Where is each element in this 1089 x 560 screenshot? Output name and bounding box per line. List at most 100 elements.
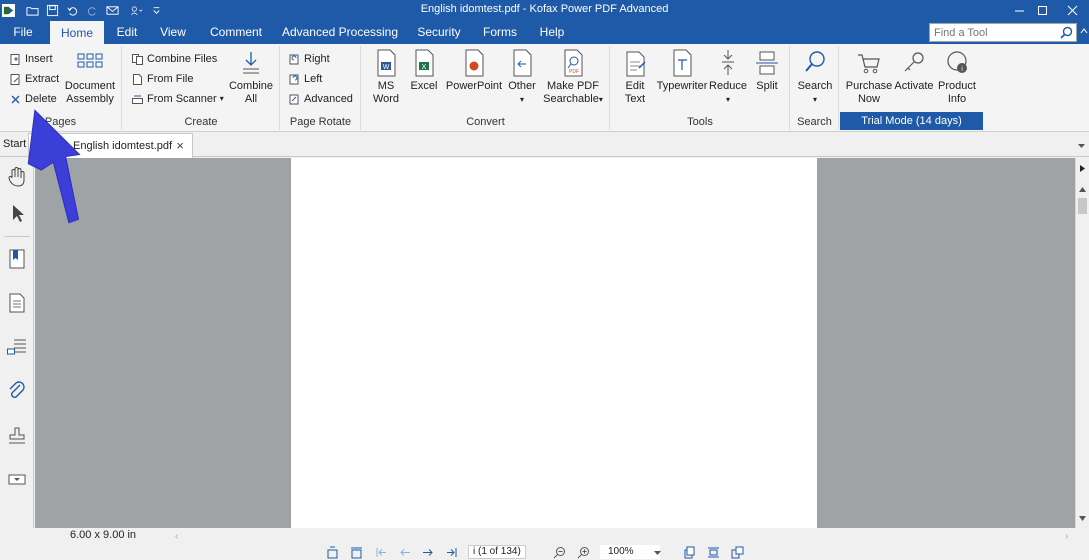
- fit-width-icon[interactable]: [349, 545, 363, 559]
- edit-text-label-2: Text: [624, 93, 646, 105]
- combine-files-button[interactable]: Combine Files: [131, 50, 217, 68]
- scroll-right-icon[interactable]: ›: [1065, 531, 1068, 542]
- ms-word-button[interactable]: W MS Word: [370, 48, 402, 106]
- title-bar: English idomtest.pdf - Kofax Power PDF A…: [0, 0, 1089, 21]
- extract-button[interactable]: Extract: [9, 70, 59, 88]
- powerpoint-doc-icon: [465, 49, 484, 77]
- attachments-icon[interactable]: [4, 378, 30, 404]
- make-pdf-searchable-button[interactable]: PDF Make PDF Searchable▾: [540, 48, 606, 106]
- first-page-icon[interactable]: [374, 545, 388, 559]
- panel-toggle-right-icon[interactable]: [1078, 162, 1087, 176]
- from-file-button[interactable]: From File: [131, 70, 193, 88]
- reduce-button[interactable]: Reduce ▾: [709, 48, 747, 106]
- other-caret-icon: ▾: [519, 95, 524, 104]
- document-assembly-button[interactable]: Document Assembly: [62, 48, 118, 106]
- stamp-icon[interactable]: [4, 422, 30, 448]
- comments-panel-icon[interactable]: [4, 334, 30, 360]
- searchable-pdf-icon: PDF: [564, 49, 583, 77]
- from-scanner-button[interactable]: From Scanner ▾: [131, 90, 224, 108]
- tab-home[interactable]: Home: [50, 21, 104, 44]
- close-button[interactable]: [1050, 0, 1089, 21]
- make-pdf-label-2-row: Searchable▾: [540, 93, 606, 106]
- vertical-scroll-thumb[interactable]: [1078, 198, 1087, 214]
- zoom-dropdown-icon[interactable]: [650, 545, 664, 559]
- tab-file[interactable]: File: [4, 21, 42, 44]
- rotate-advanced-button[interactable]: Advanced: [288, 90, 353, 108]
- vertical-scrollbar[interactable]: [1075, 158, 1089, 528]
- magnifier-icon: [805, 51, 825, 72]
- tab-forms[interactable]: Forms: [477, 21, 523, 44]
- search-label: Search: [797, 80, 833, 92]
- combine-all-button[interactable]: Combine All: [226, 48, 276, 106]
- powerpoint-button[interactable]: PowerPoint: [444, 48, 504, 93]
- scroll-up-icon[interactable]: [1078, 182, 1087, 196]
- make-pdf-label-1: Make PDF: [547, 80, 599, 92]
- close-tab-icon[interactable]: ×: [176, 134, 184, 158]
- last-page-icon[interactable]: [444, 545, 458, 559]
- typewriter-button[interactable]: Typewriter: [655, 48, 709, 93]
- excel-doc-icon: X: [415, 49, 434, 77]
- tab-view[interactable]: View: [154, 21, 192, 44]
- annotation-arrow-icon: [27, 109, 81, 224]
- svg-text:X: X: [422, 64, 427, 71]
- tab-list-dropdown-icon[interactable]: [1077, 139, 1086, 153]
- tab-edit[interactable]: Edit: [110, 21, 144, 44]
- search-icon[interactable]: [1060, 26, 1073, 39]
- rotate-right-icon: [289, 54, 299, 64]
- more-panels-dropdown-icon[interactable]: [4, 466, 30, 492]
- split-button[interactable]: Split: [751, 48, 783, 93]
- activate-button[interactable]: Activate: [893, 48, 935, 93]
- zoom-out-icon[interactable]: [552, 545, 566, 559]
- excel-label: Excel: [410, 80, 438, 92]
- insert-label: Insert: [25, 53, 53, 65]
- fit-page-icon[interactable]: [325, 545, 339, 559]
- single-page-view-icon[interactable]: [682, 545, 696, 559]
- ribbon-tab-bar: File Home Edit View Comment Advanced Pro…: [0, 21, 1089, 44]
- product-info-label-2: Info: [947, 93, 967, 105]
- create-group-label: Create: [184, 116, 218, 128]
- typewriter-icon: [673, 49, 692, 77]
- rotate-left-icon: [289, 74, 299, 84]
- tab-security[interactable]: Security: [411, 21, 467, 44]
- product-info-button[interactable]: i Product Info: [936, 48, 978, 106]
- rotate-right-button[interactable]: Right: [288, 50, 330, 68]
- purchase-now-button[interactable]: Purchase Now: [844, 48, 894, 106]
- zoom-in-icon[interactable]: [576, 545, 590, 559]
- previous-page-icon[interactable]: [398, 545, 412, 559]
- ms-word-label-1: MS: [377, 80, 395, 92]
- insert-button[interactable]: Insert: [9, 50, 53, 68]
- excel-button[interactable]: X Excel: [408, 48, 440, 93]
- search-button[interactable]: Search ▾: [796, 48, 834, 106]
- search-group: Search ▾ Search: [791, 46, 839, 130]
- tab-help[interactable]: Help: [534, 21, 570, 44]
- tab-comment[interactable]: Comment: [203, 21, 269, 44]
- reduce-icon: [722, 50, 734, 75]
- page-size-label: 6.00 x 9.00 in: [70, 529, 137, 541]
- scroll-left-icon[interactable]: ‹: [175, 531, 178, 542]
- edit-text-button[interactable]: Edit Text: [619, 48, 651, 106]
- page-rotate-group-label: Page Rotate: [289, 116, 352, 128]
- create-group: Combine Files From File From Scanner ▾ C…: [123, 46, 280, 130]
- rotate-left-button[interactable]: Left: [288, 70, 322, 88]
- rotate-right-label: Right: [304, 53, 330, 65]
- continuous-view-icon[interactable]: [706, 545, 720, 559]
- bookmarks-icon[interactable]: [4, 246, 30, 272]
- ribbon-collapse-icon[interactable]: [1080, 24, 1088, 41]
- scroll-down-icon[interactable]: [1078, 511, 1087, 525]
- next-page-icon[interactable]: [420, 545, 434, 559]
- powerpoint-label: PowerPoint: [445, 80, 503, 92]
- find-tool-input[interactable]: [930, 24, 1050, 41]
- split-icon: [756, 51, 778, 75]
- facing-view-icon[interactable]: [730, 545, 744, 559]
- insert-page-icon: [10, 53, 20, 65]
- pages-panel-icon[interactable]: [4, 290, 30, 316]
- purchase-label-2: Now: [857, 93, 880, 105]
- product-info-label-1: Product: [938, 80, 976, 92]
- ms-word-label-2: Word: [372, 93, 400, 105]
- other-button[interactable]: Other ▾: [506, 48, 538, 106]
- document-canvas[interactable]: [35, 158, 1075, 528]
- tab-advanced-processing[interactable]: Advanced Processing: [280, 21, 400, 44]
- make-pdf-label-2: Searchable: [543, 93, 599, 105]
- page-number-field[interactable]: i (1 of 134): [468, 545, 526, 559]
- product-info-icon: i: [947, 51, 967, 73]
